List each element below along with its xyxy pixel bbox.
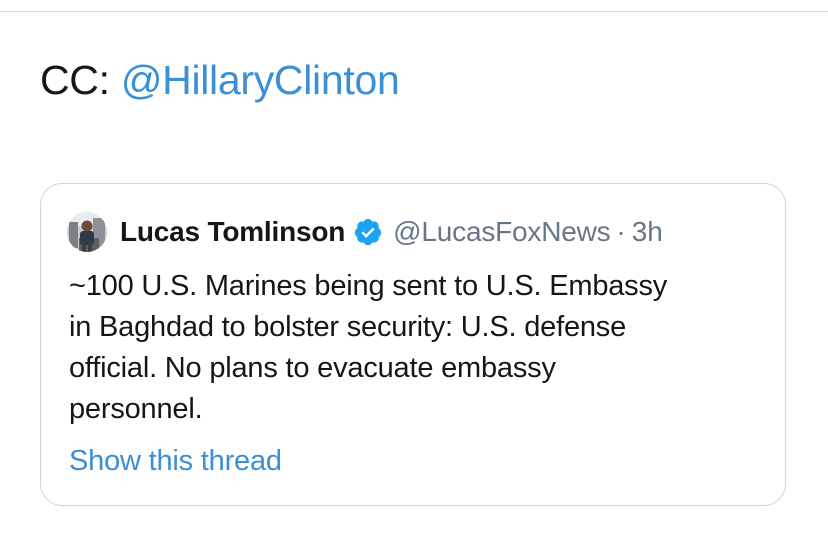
top-divider [0,11,828,12]
mention-link[interactable]: @HillaryClinton [121,57,400,103]
quoted-tweet-header: Lucas Tomlinson @LucasFoxNews · 3h [67,212,663,252]
avatar-photo-icon [67,212,107,252]
tweet-prefix: CC: [40,57,121,103]
quoted-tweet-card[interactable]: Lucas Tomlinson @LucasFoxNews · 3h ~100 … [40,183,786,506]
separator-dot: · [616,216,626,247]
avatar[interactable] [67,212,107,252]
quoted-tweet-text: ~100 U.S. Marines being sent to U.S. Emb… [69,270,668,425]
author-name[interactable]: Lucas Tomlinson [120,216,345,248]
show-thread-link[interactable]: Show this thread [69,441,282,482]
timestamp[interactable]: 3h [632,216,663,248]
tweet-text: CC: @HillaryClinton [40,56,400,104]
verified-badge-icon [355,218,382,246]
author-handle[interactable]: @LucasFoxNews [393,216,610,248]
